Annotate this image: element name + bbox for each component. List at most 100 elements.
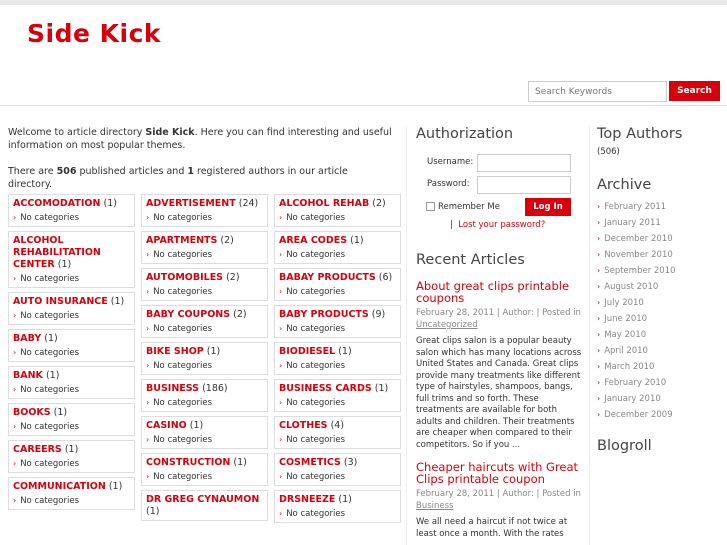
- archive-link[interactable]: February 2011: [604, 202, 666, 212]
- archive-link[interactable]: August 2010: [604, 282, 658, 292]
- category-count: (1): [57, 259, 72, 270]
- subcategory-row: › No categories: [9, 495, 134, 509]
- category-link[interactable]: BANK: [13, 370, 43, 381]
- category-link[interactable]: DRSNEEZE: [279, 494, 335, 505]
- category-header: DRSNEEZE (1): [275, 491, 400, 508]
- chevron-right-icon: ›: [13, 385, 17, 394]
- archive-link[interactable]: January 2010: [604, 394, 661, 404]
- category-link[interactable]: BABY: [13, 333, 41, 344]
- article-excerpt: Great clips salon is a popular beauty sa…: [416, 336, 582, 450]
- category-link[interactable]: ADVERTISEMENT: [146, 198, 236, 209]
- category-link[interactable]: BUSINESS: [146, 383, 199, 394]
- category-link[interactable]: CASINO: [146, 420, 187, 431]
- category-link[interactable]: BIKE SHOP: [146, 346, 204, 357]
- archive-item[interactable]: › November 2010: [597, 247, 722, 263]
- chevron-right-icon: ›: [597, 330, 601, 339]
- category-link[interactable]: CLOTHES: [279, 420, 328, 431]
- archive-link[interactable]: November 2010: [604, 250, 673, 260]
- intro-text: Welcome to article directory Side Kick. …: [8, 126, 393, 204]
- category-link[interactable]: ACCOMODATION: [13, 198, 100, 209]
- category-box: BOOKS (1) › No categories: [8, 403, 135, 436]
- article-excerpt: We all need a haircut if not twice at le…: [416, 517, 568, 539]
- archive-item[interactable]: › December 2010: [597, 231, 722, 247]
- category-link[interactable]: DR GREG CYNAUMON: [146, 494, 259, 505]
- chevron-right-icon: ›: [597, 218, 601, 227]
- category-box: AUTO INSURANCE (1) › No categories: [8, 292, 135, 325]
- archive-link[interactable]: April 2010: [604, 346, 648, 356]
- archive-item[interactable]: › July 2010: [597, 295, 722, 311]
- site-logo[interactable]: Side Kick: [27, 19, 161, 48]
- chevron-right-icon: ›: [279, 250, 283, 259]
- archive-link[interactable]: December 2010: [604, 234, 672, 244]
- archive-item[interactable]: › June 2010: [597, 311, 722, 327]
- category-count: (2): [372, 198, 386, 209]
- chevron-right-icon: ›: [146, 398, 150, 407]
- article-title-link[interactable]: About great clips printable coupons: [416, 280, 584, 304]
- category-link[interactable]: BABAY PRODUCTS: [279, 272, 376, 283]
- subcategory-label: No categories: [286, 287, 346, 297]
- archive-item[interactable]: › January 2010: [597, 391, 722, 407]
- subcategory-row: › No categories: [142, 249, 267, 263]
- article-category-link[interactable]: Business: [416, 501, 453, 511]
- category-box: AREA CODES (1) › No categories: [274, 231, 401, 264]
- chevron-right-icon: ›: [597, 234, 601, 243]
- category-link[interactable]: ALCOHOL REHAB: [279, 198, 369, 209]
- archive-link[interactable]: March 2010: [604, 362, 654, 372]
- category-link[interactable]: BIODIESEL: [279, 346, 335, 357]
- category-link[interactable]: AUTO INSURANCE: [13, 296, 108, 307]
- category-link[interactable]: BABY COUPONS: [146, 309, 230, 320]
- archive-item[interactable]: › September 2010: [597, 263, 722, 279]
- login-button[interactable]: Log In: [525, 198, 571, 216]
- archive-link[interactable]: June 2010: [604, 314, 647, 324]
- subcategory-row: › No categories: [142, 434, 267, 448]
- category-box: DR GREG CYNAUMON (1): [141, 490, 268, 521]
- archive-link[interactable]: July 2010: [604, 298, 644, 308]
- archive-link[interactable]: December 2009: [604, 410, 672, 420]
- category-box: CAREERS (1) › No categories: [8, 440, 135, 473]
- category-link[interactable]: BUSINESS CARDS: [279, 383, 372, 394]
- archive-item[interactable]: › May 2010: [597, 327, 722, 343]
- archive-link[interactable]: January 2011: [604, 218, 661, 228]
- chevron-right-icon: ›: [279, 472, 283, 481]
- remember-me[interactable]: Remember Me: [426, 202, 500, 212]
- search-input[interactable]: [528, 81, 667, 102]
- category-header: DR GREG CYNAUMON (1): [142, 491, 267, 520]
- category-header: BIODIESEL (1): [275, 343, 400, 360]
- lost-password-link[interactable]: Lost your password?: [458, 220, 545, 230]
- chevron-right-icon: ›: [597, 250, 601, 259]
- search-button[interactable]: Search: [669, 81, 720, 101]
- category-header: BUSINESS CARDS (1): [275, 380, 400, 397]
- remember-checkbox[interactable]: [426, 202, 435, 211]
- category-count: (1): [44, 333, 58, 344]
- category-link[interactable]: APARTMENTS: [146, 235, 217, 246]
- blogroll-title: Blogroll: [597, 438, 652, 454]
- article-meta: February 28, 2011 | Author: | Posted in B…: [416, 489, 581, 511]
- article-title-link[interactable]: Cheaper haircuts with Great Clips printa…: [416, 461, 584, 485]
- username-field[interactable]: [477, 154, 571, 172]
- archive-link[interactable]: February 2010: [604, 378, 666, 388]
- archive-item[interactable]: › December 2009: [597, 407, 722, 423]
- archive-item[interactable]: › March 2010: [597, 359, 722, 375]
- archive-item[interactable]: › February 2011: [597, 199, 722, 215]
- category-link[interactable]: AUTOMOBILES: [146, 272, 223, 283]
- category-link[interactable]: CONSTRUCTION: [146, 457, 230, 468]
- archive-link[interactable]: September 2010: [604, 266, 675, 276]
- archive-item[interactable]: › April 2010: [597, 343, 722, 359]
- archive-item[interactable]: › August 2010: [597, 279, 722, 295]
- archive-item[interactable]: › January 2011: [597, 215, 722, 231]
- category-link[interactable]: COSMETICS: [279, 457, 341, 468]
- article: About great clips printable coupons Febr…: [416, 280, 584, 451]
- subcategory-label: No categories: [286, 509, 346, 519]
- archive-link[interactable]: May 2010: [604, 330, 646, 340]
- category-link[interactable]: BABY PRODUCTS: [279, 309, 369, 320]
- category-header: ADVERTISEMENT (24): [142, 195, 267, 212]
- archive-item[interactable]: › February 2010: [597, 375, 722, 391]
- password-field[interactable]: [477, 176, 571, 194]
- category-link[interactable]: COMMUNICATION: [13, 481, 106, 492]
- category-link[interactable]: AREA CODES: [279, 235, 347, 246]
- article-category-link[interactable]: Uncategorized: [416, 320, 478, 330]
- recent-articles-title: Recent Articles: [416, 252, 525, 268]
- category-count: (2): [220, 235, 234, 246]
- category-link[interactable]: CAREERS: [13, 444, 62, 455]
- category-link[interactable]: BOOKS: [13, 407, 51, 418]
